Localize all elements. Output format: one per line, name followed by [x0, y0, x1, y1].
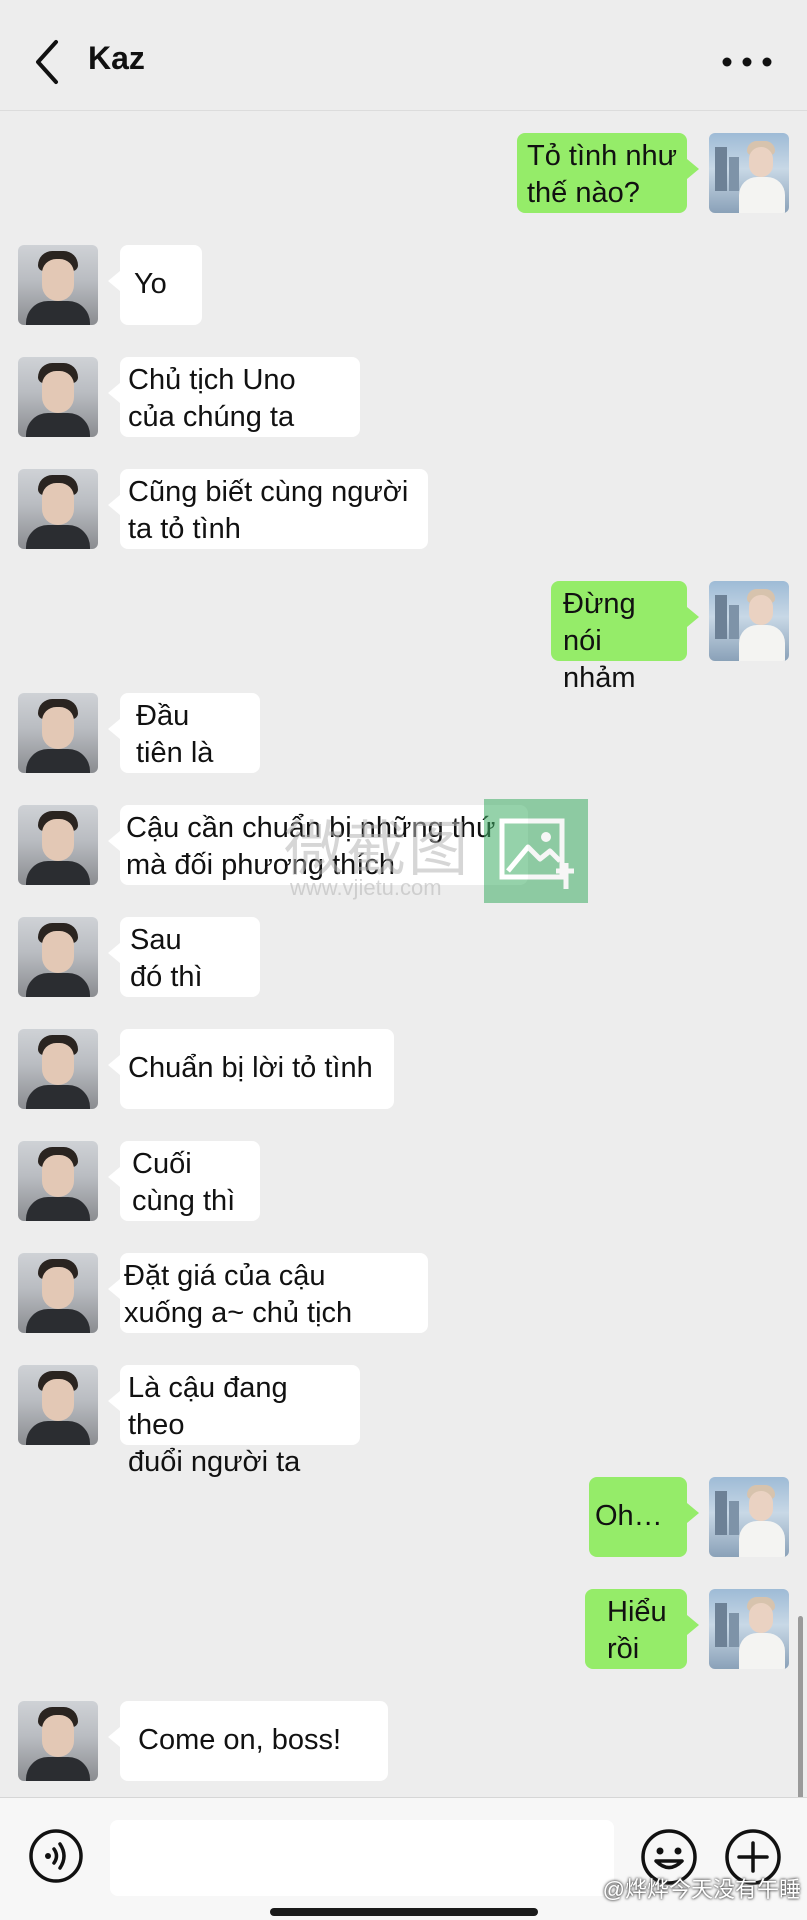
message-bubble-incoming[interactable]: Là cậu đang theo đuổi người ta [108, 1365, 360, 1478]
message-bubble-outgoing[interactable]: Tỏ tình như thế nào? [517, 133, 699, 213]
message-bubble-incoming[interactable]: Cũng biết cùng người ta tỏ tình [108, 469, 428, 549]
avatar-kaz[interactable] [18, 1253, 98, 1333]
avatar-kaz[interactable] [18, 1029, 98, 1109]
avatar-self[interactable] [709, 1477, 789, 1557]
more-options-button[interactable] [717, 44, 777, 80]
message-input[interactable] [110, 1820, 614, 1896]
chat-header: Kaz [0, 0, 807, 111]
chat-title: Kaz [88, 40, 145, 76]
home-indicator[interactable] [270, 1908, 538, 1916]
message-bubble-outgoing[interactable]: Đừng nói nhảm [551, 581, 699, 694]
avatar-self[interactable] [709, 133, 789, 213]
more-dots-icon [722, 57, 772, 67]
back-button[interactable] [28, 34, 68, 90]
message-bubble-incoming[interactable]: Sau đó thì [108, 917, 260, 997]
avatar-kaz[interactable] [18, 1701, 98, 1781]
chat-screen: Kaz Tỏ tình như thế nào? Yo Chủ tịch Uno… [0, 0, 807, 1920]
message-bubble-incoming[interactable]: Chuẩn bị lời tỏ tình [108, 1029, 394, 1109]
avatar-kaz[interactable] [18, 469, 98, 549]
avatar-kaz[interactable] [18, 1365, 98, 1445]
message-bubble-incoming[interactable]: Đặt giá của cậu xuống a~ chủ tịch [108, 1253, 428, 1333]
message-list[interactable]: Tỏ tình như thế nào? Yo Chủ tịch Uno của… [0, 111, 807, 1886]
weibo-credit: @烨烨今天没有午睡 [602, 1877, 801, 1902]
voice-icon [29, 1829, 83, 1883]
message-bubble-incoming[interactable]: Yo [108, 245, 202, 325]
avatar-self[interactable] [709, 581, 789, 661]
message-bubble-outgoing[interactable]: Hiểu rồi [585, 1589, 699, 1669]
watermark-url: www.vjietu.com [290, 875, 442, 900]
message-bubble-incoming[interactable]: Cuối cùng thì [108, 1141, 260, 1221]
avatar-kaz[interactable] [18, 917, 98, 997]
avatar-self[interactable] [709, 1589, 789, 1669]
avatar-kaz[interactable] [18, 805, 98, 885]
message-bubble-incoming[interactable]: Chủ tịch Uno của chúng ta [108, 357, 360, 437]
message-bubble-outgoing[interactable]: Oh… [589, 1477, 699, 1557]
avatar-kaz[interactable] [18, 357, 98, 437]
watermark: 微截图 www.vjietu.com [280, 799, 590, 911]
chevron-left-icon [36, 40, 58, 84]
message-bubble-incoming[interactable]: Come on, boss! [108, 1701, 388, 1781]
avatar-kaz[interactable] [18, 245, 98, 325]
message-bubble-incoming[interactable]: Đầu tiên là [108, 693, 260, 773]
avatar-kaz[interactable] [18, 693, 98, 773]
voice-button[interactable] [28, 1828, 84, 1884]
watermark-logo-icon [484, 799, 588, 903]
avatar-kaz[interactable] [18, 1141, 98, 1221]
